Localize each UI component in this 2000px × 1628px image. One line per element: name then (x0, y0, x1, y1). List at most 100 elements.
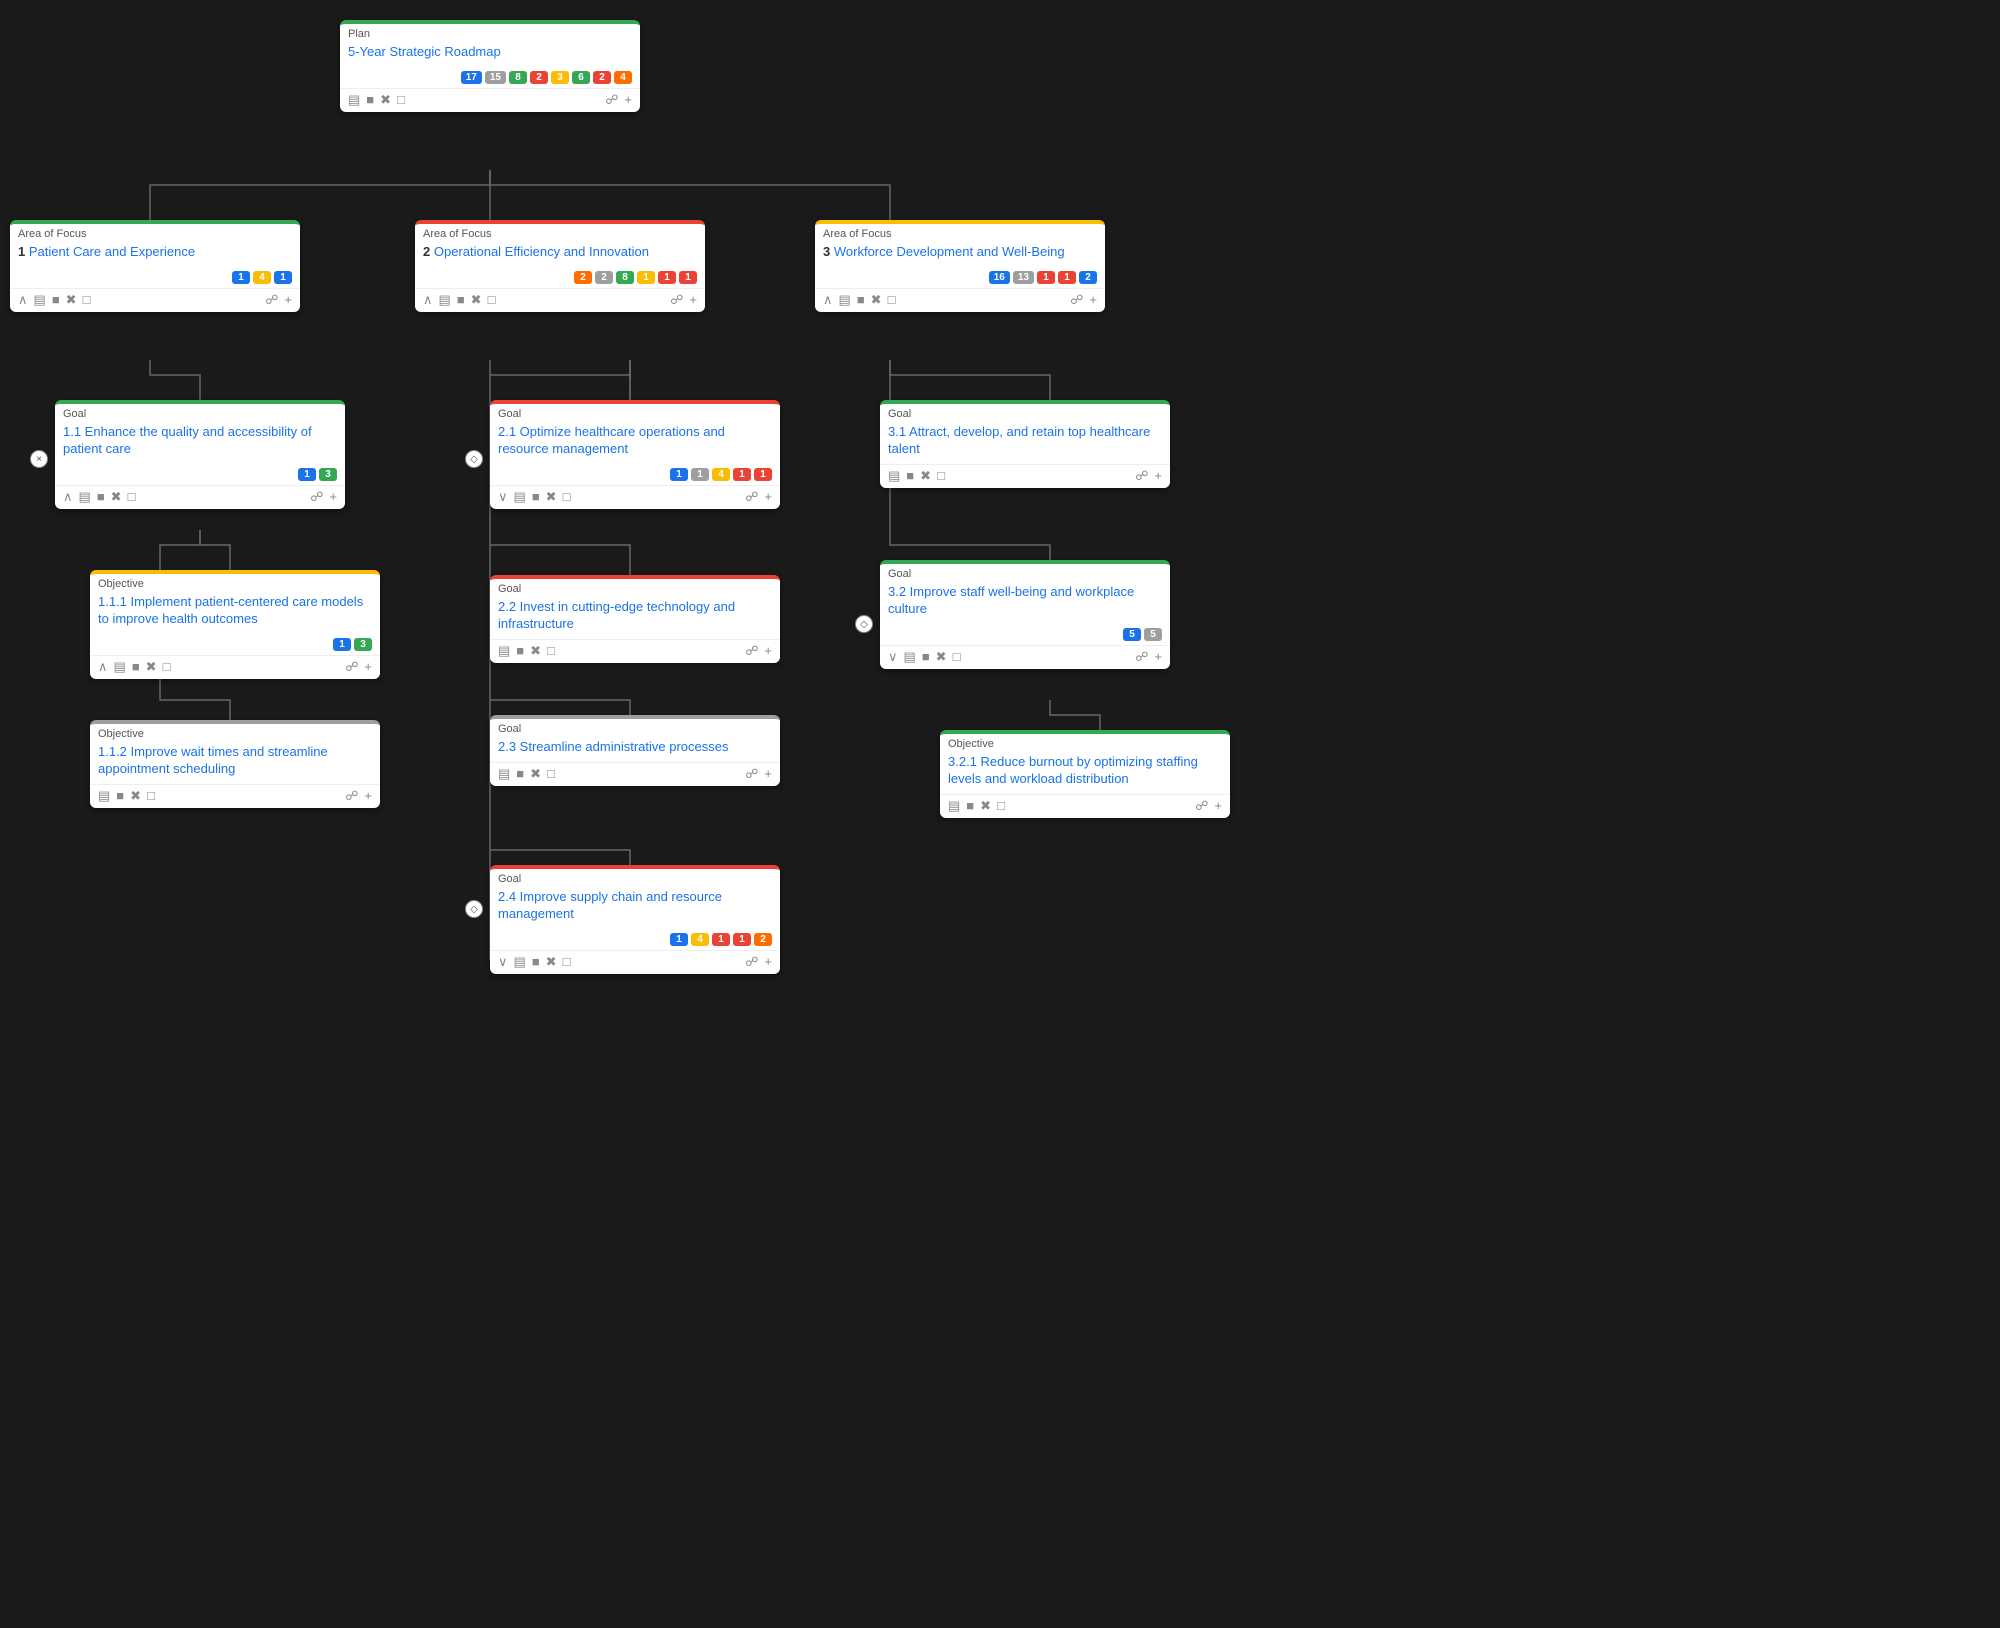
calendar-icon[interactable]: ■ (532, 954, 540, 969)
link-icon[interactable]: ☍ (1070, 292, 1083, 308)
link-icon[interactable]: ☍ (605, 92, 618, 108)
calendar-icon[interactable]: ■ (966, 798, 974, 813)
people-icon[interactable]: ✖ (920, 468, 931, 484)
add-button[interactable]: + (329, 489, 337, 504)
people-icon[interactable]: ✖ (380, 92, 391, 108)
collapse-icon[interactable]: ∨ (498, 954, 508, 970)
chart-icon[interactable]: ▤ (498, 643, 510, 659)
add-button[interactable]: + (1154, 468, 1162, 483)
link-icon[interactable]: ☍ (310, 489, 323, 505)
link-icon[interactable]: ☍ (670, 292, 683, 308)
calendar-icon[interactable]: ■ (457, 292, 465, 307)
people-icon[interactable]: ✖ (130, 788, 141, 804)
chart-icon[interactable]: ▤ (79, 489, 91, 505)
collapse-icon[interactable]: ∧ (823, 292, 833, 308)
people-icon[interactable]: ✖ (66, 292, 77, 308)
chart-icon[interactable]: ▤ (34, 292, 46, 308)
collapse-goal21[interactable]: ◇ (465, 450, 483, 468)
chat-icon[interactable]: □ (163, 659, 171, 674)
calendar-icon[interactable]: ■ (516, 643, 524, 658)
link-icon[interactable]: ☍ (1135, 649, 1148, 665)
chat-icon[interactable]: □ (953, 649, 961, 664)
collapse-icon[interactable]: ∧ (63, 489, 73, 505)
chart-icon[interactable]: ▤ (439, 292, 451, 308)
chat-icon[interactable]: □ (547, 766, 555, 781)
calendar-icon[interactable]: ■ (366, 92, 374, 107)
chart-icon[interactable]: ▤ (514, 489, 526, 505)
calendar-icon[interactable]: ■ (906, 468, 914, 483)
add-button[interactable]: + (364, 788, 372, 803)
calendar-icon[interactable]: ■ (132, 659, 140, 674)
badge: 4 (253, 271, 271, 284)
link-icon[interactable]: ☍ (345, 659, 358, 675)
link-icon[interactable]: ☍ (745, 489, 758, 505)
add-button[interactable]: + (624, 92, 632, 107)
people-icon[interactable]: ✖ (936, 649, 947, 665)
chart-icon[interactable]: ▤ (114, 659, 126, 675)
add-button[interactable]: + (1214, 798, 1222, 813)
people-icon[interactable]: ✖ (530, 766, 541, 782)
badge: 3 (354, 638, 372, 651)
link-icon[interactable]: ☍ (745, 643, 758, 659)
link-icon[interactable]: ☍ (745, 766, 758, 782)
chat-icon[interactable]: □ (397, 92, 405, 107)
chart-icon[interactable]: ▤ (348, 92, 360, 108)
add-button[interactable]: + (689, 292, 697, 307)
calendar-icon[interactable]: ■ (97, 489, 105, 504)
add-button[interactable]: + (764, 643, 772, 658)
collapse-icon[interactable]: ∨ (498, 489, 508, 505)
collapse-area3[interactable]: ◇ (855, 615, 873, 633)
chart-icon[interactable]: ▤ (98, 788, 110, 804)
people-icon[interactable]: ✖ (546, 954, 557, 970)
add-button[interactable]: + (1089, 292, 1097, 307)
collapse-icon[interactable]: ∧ (98, 659, 108, 675)
add-button[interactable]: + (764, 766, 772, 781)
calendar-icon[interactable]: ■ (52, 292, 60, 307)
chat-icon[interactable]: □ (128, 489, 136, 504)
calendar-icon[interactable]: ■ (922, 649, 930, 664)
chart-icon[interactable]: ▤ (904, 649, 916, 665)
people-icon[interactable]: ✖ (471, 292, 482, 308)
collapse-icon[interactable]: ∨ (888, 649, 898, 665)
chart-icon[interactable]: ▤ (514, 954, 526, 970)
people-icon[interactable]: ✖ (546, 489, 557, 505)
link-icon[interactable]: ☍ (265, 292, 278, 308)
chat-icon[interactable]: □ (563, 489, 571, 504)
chart-icon[interactable]: ▤ (839, 292, 851, 308)
collapse-goal11[interactable]: × (30, 450, 48, 468)
add-button[interactable]: + (1154, 649, 1162, 664)
link-icon[interactable]: ☍ (1195, 798, 1208, 814)
chat-icon[interactable]: □ (147, 788, 155, 803)
people-icon[interactable]: ✖ (146, 659, 157, 675)
badge: 1 (274, 271, 292, 284)
calendar-icon[interactable]: ■ (857, 292, 865, 307)
collapse-goal24[interactable]: ◇ (465, 900, 483, 918)
add-button[interactable]: + (764, 489, 772, 504)
people-icon[interactable]: ✖ (980, 798, 991, 814)
area2-title: 2 Operational Efficiency and Innovation (415, 242, 705, 267)
chat-icon[interactable]: □ (888, 292, 896, 307)
add-button[interactable]: + (284, 292, 292, 307)
link-icon[interactable]: ☍ (1135, 468, 1148, 484)
people-icon[interactable]: ✖ (530, 643, 541, 659)
chat-icon[interactable]: □ (547, 643, 555, 658)
chat-icon[interactable]: □ (937, 468, 945, 483)
chat-icon[interactable]: □ (488, 292, 496, 307)
link-icon[interactable]: ☍ (345, 788, 358, 804)
collapse-icon[interactable]: ∧ (18, 292, 28, 308)
add-button[interactable]: + (364, 659, 372, 674)
add-button[interactable]: + (764, 954, 772, 969)
chart-icon[interactable]: ▤ (888, 468, 900, 484)
calendar-icon[interactable]: ■ (516, 766, 524, 781)
chart-icon[interactable]: ▤ (948, 798, 960, 814)
chat-icon[interactable]: □ (997, 798, 1005, 813)
calendar-icon[interactable]: ■ (532, 489, 540, 504)
chart-icon[interactable]: ▤ (498, 766, 510, 782)
people-icon[interactable]: ✖ (111, 489, 122, 505)
chat-icon[interactable]: □ (563, 954, 571, 969)
chat-icon[interactable]: □ (83, 292, 91, 307)
calendar-icon[interactable]: ■ (116, 788, 124, 803)
link-icon[interactable]: ☍ (745, 954, 758, 970)
collapse-icon[interactable]: ∧ (423, 292, 433, 308)
people-icon[interactable]: ✖ (871, 292, 882, 308)
